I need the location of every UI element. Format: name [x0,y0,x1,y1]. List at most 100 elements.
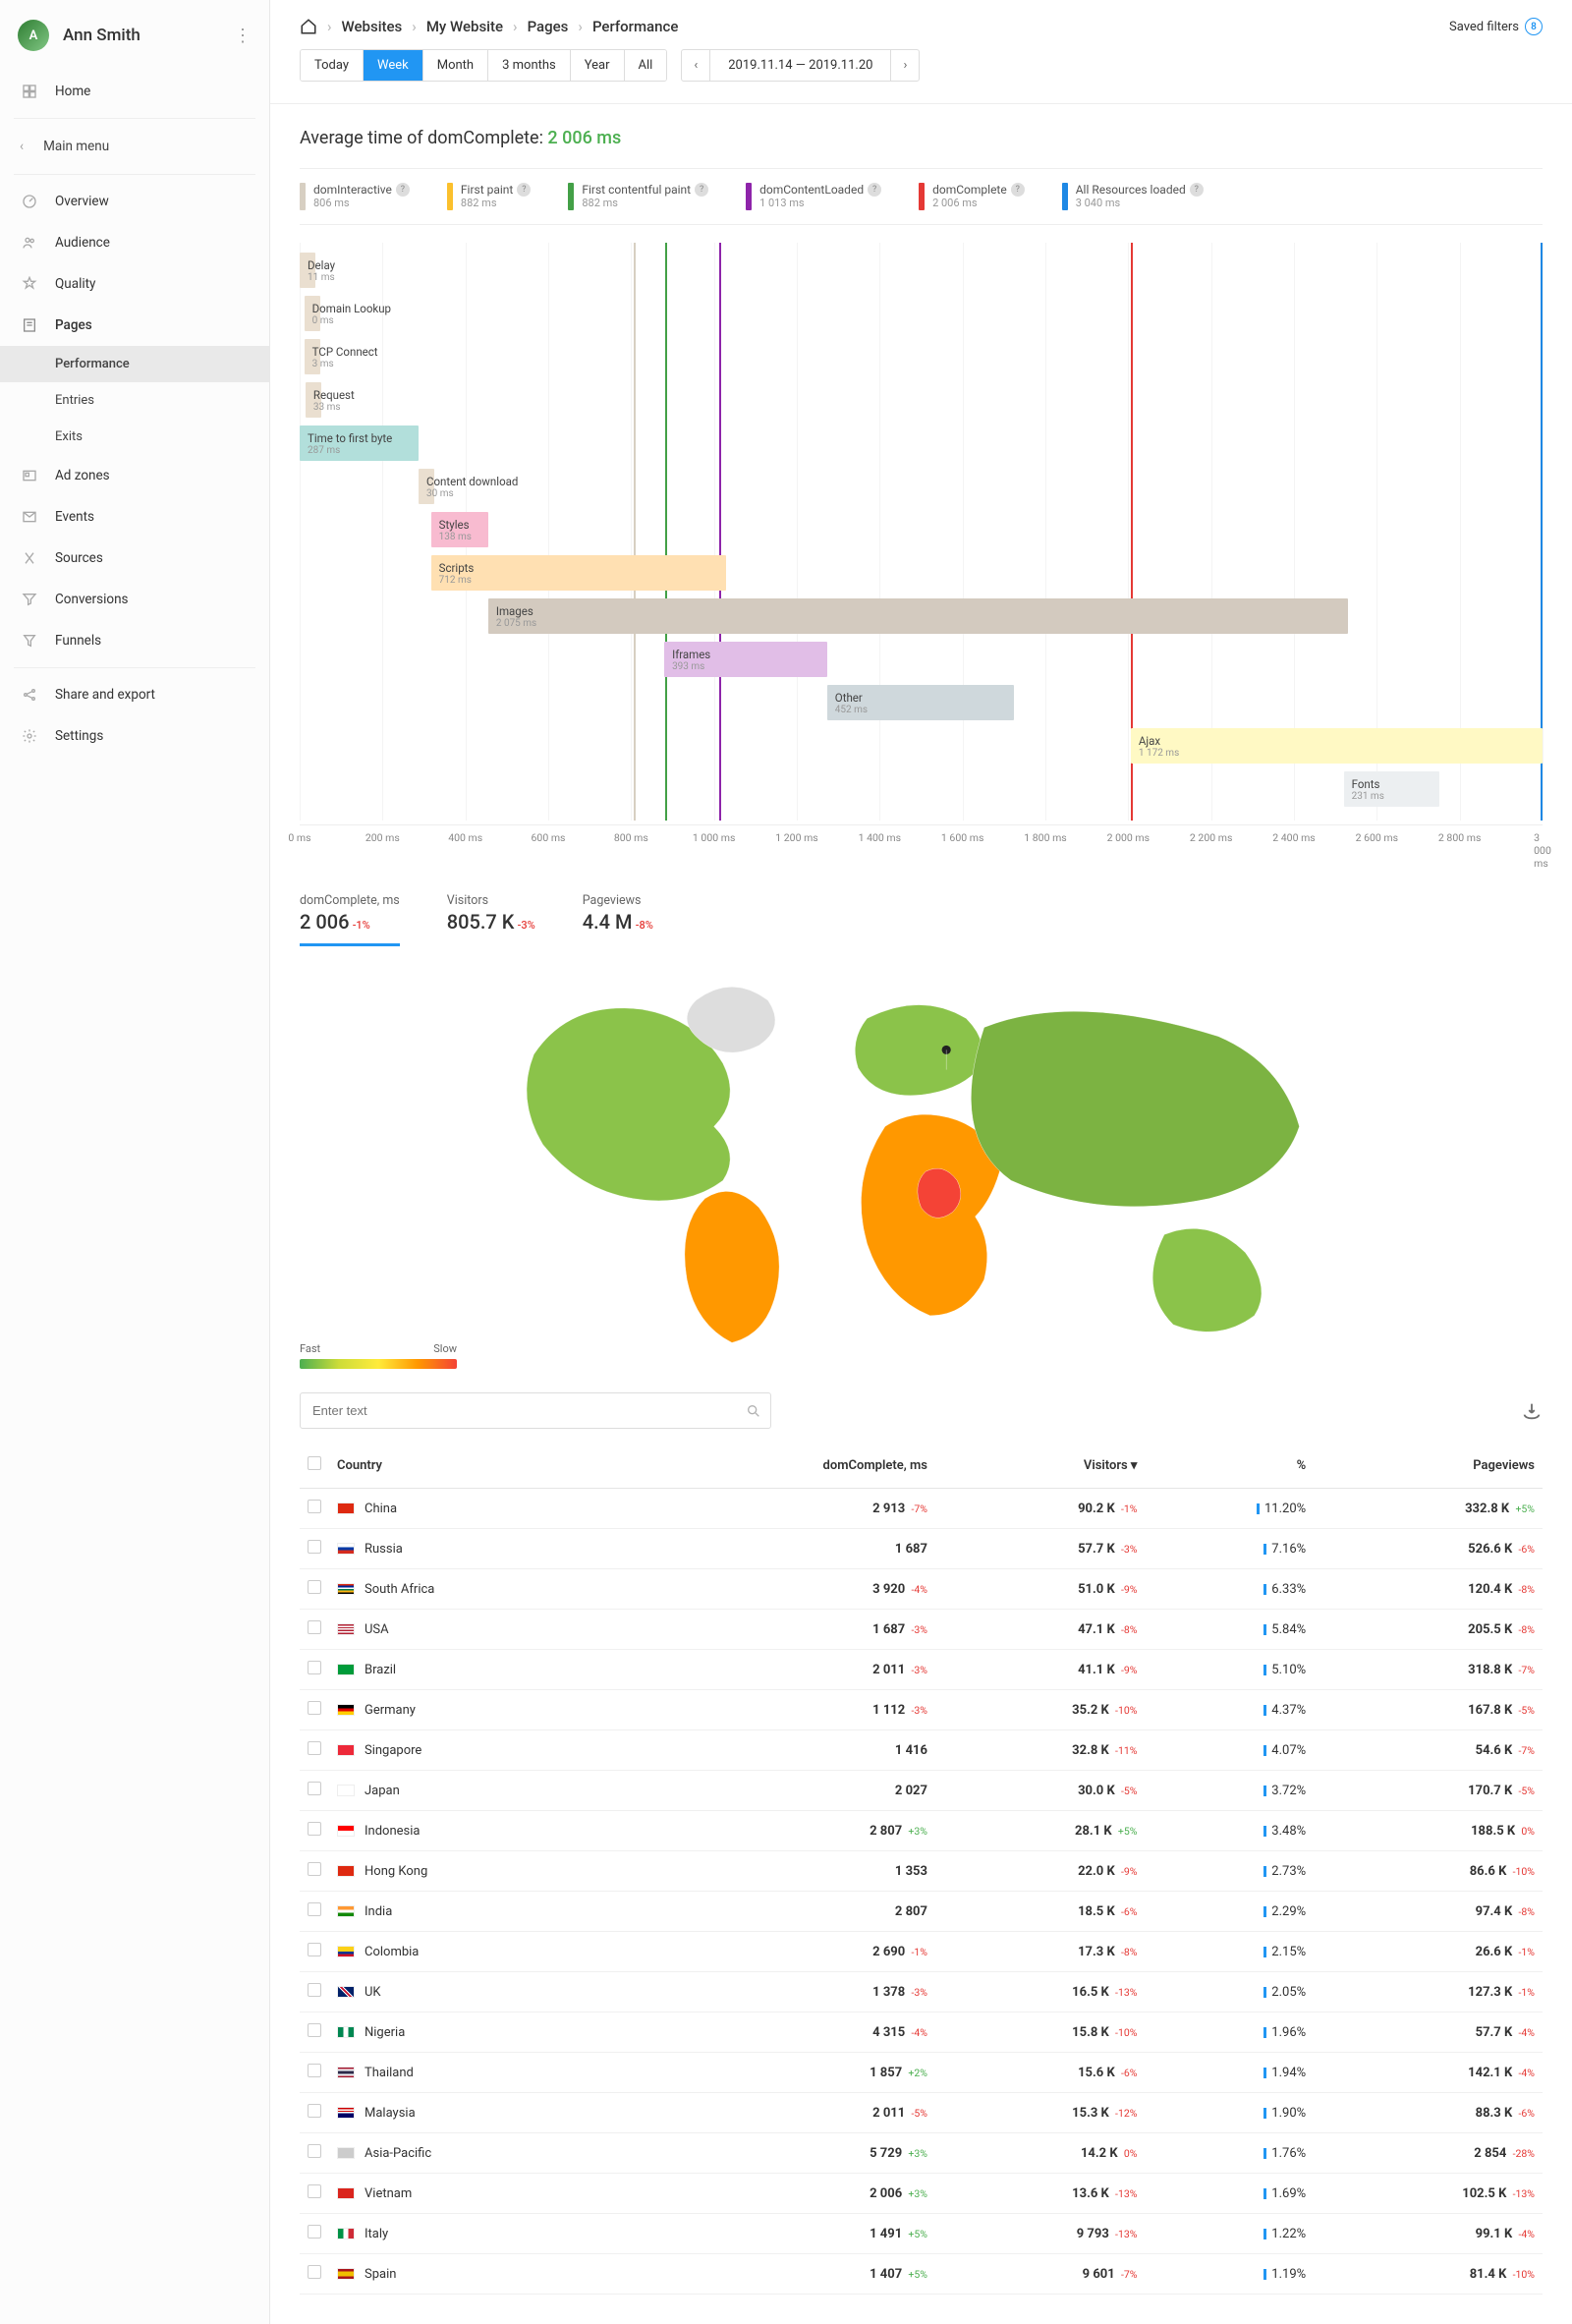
column-header[interactable]: domComplete, ms [623,1443,935,1489]
row-checkbox[interactable] [308,2104,321,2118]
waterfall-row: TCP Connect3 ms [300,335,1543,378]
flag-icon [337,1664,355,1675]
flag-icon [337,1946,355,1957]
row-checkbox[interactable] [308,2225,321,2239]
nav-audience[interactable]: Audience [0,222,269,263]
date-range-value[interactable]: 2019.11.14 — 2019.11.20 [710,50,890,81]
breadcrumb-2[interactable]: My Website [426,18,503,35]
flag-icon [337,1865,355,1877]
nav-conversions[interactable]: Conversions [0,579,269,620]
map-speed-legend: FastSlow [300,1342,457,1369]
row-checkbox[interactable] [308,1822,321,1836]
pages-icon [20,315,39,335]
stat-tab[interactable]: domComplete, ms 2 006 -1% [300,893,400,946]
help-icon[interactable]: ? [396,183,410,197]
user-avatar[interactable]: A [18,20,49,51]
row-checkbox[interactable] [308,1983,321,1997]
period-today[interactable]: Today [301,50,364,81]
saved-filters-button[interactable]: Saved filters 8 [1449,18,1543,35]
row-checkbox[interactable] [308,1902,321,1916]
row-checkbox[interactable] [308,1620,321,1634]
nav-quality[interactable]: Quality [0,263,269,305]
help-icon[interactable]: ? [1011,183,1025,197]
breadcrumb-3[interactable]: Pages [528,18,569,35]
column-header[interactable]: Country [329,1443,623,1489]
help-icon[interactable]: ? [868,183,881,197]
nav-adzones[interactable]: Ad zones [0,455,269,496]
column-header[interactable]: Pageviews [1314,1443,1543,1489]
breadcrumb-4[interactable]: Performance [592,18,678,35]
nav-events[interactable]: Events [0,496,269,538]
breadcrumb-1[interactable]: Websites [342,18,403,35]
period-week[interactable]: Week [364,50,423,81]
download-icon[interactable] [1521,1400,1543,1422]
row-checkbox[interactable] [308,2144,321,2158]
column-header[interactable]: Visitors ▾ [935,1443,1145,1489]
period-month[interactable]: Month [423,50,488,81]
nav-share[interactable]: Share and export [0,674,269,715]
date-prev-button[interactable]: ‹ [682,50,710,81]
table-row: South Africa 3 920 -4% 51.0 K -9% 6.33% … [300,1569,1543,1610]
row-checkbox[interactable] [308,2064,321,2077]
help-icon[interactable]: ? [1190,183,1204,197]
date-next-button[interactable]: › [890,50,919,81]
user-menu-icon[interactable]: ⋮ [234,26,252,46]
nav-pages-exits[interactable]: Exits [0,419,269,455]
chevron-left-icon: ‹ [20,139,24,154]
row-checkbox[interactable] [308,1741,321,1755]
funnel-icon [20,631,39,651]
waterfall-row: Iframes393 ms [300,638,1543,681]
legend-color-swatch [1062,183,1068,210]
row-checkbox[interactable] [308,2265,321,2279]
gauge-icon [20,192,39,211]
legend-color-swatch [300,183,306,210]
table-row: Indonesia 2 807 +3% 28.1 K +5% 3.48% 188… [300,1811,1543,1851]
row-checkbox[interactable] [308,1540,321,1554]
stat-tab[interactable]: Visitors 805.7 K -3% [447,893,535,946]
legend-item: First paint ? 882 ms [447,183,531,210]
country-search-input[interactable] [300,1392,771,1429]
table-row: Nigeria 4 315 -4% 15.8 K -10% 1.96% 57.7… [300,2012,1543,2053]
waterfall-row: Time to first byte287 ms [300,422,1543,465]
period-3-months[interactable]: 3 months [488,50,571,81]
flag-icon [337,1583,355,1595]
stat-tab[interactable]: Pageviews 4.4 M -8% [583,893,653,946]
table-row: Colombia 2 690 -1% 17.3 K -8% 2.15% 26.6… [300,1932,1543,1972]
users-icon [20,233,39,253]
nav-pages-performance[interactable]: Performance [0,346,269,382]
sources-icon [20,548,39,568]
nav-pages-entries[interactable]: Entries [0,382,269,419]
flag-icon [337,1704,355,1716]
row-checkbox[interactable] [308,1943,321,1956]
row-checkbox[interactable] [308,1701,321,1715]
select-all-checkbox[interactable] [308,1456,321,1470]
waterfall-row: Other452 ms [300,681,1543,724]
row-checkbox[interactable] [308,1580,321,1594]
main-menu-back[interactable]: ‹ Main menu [0,125,269,168]
period-all[interactable]: All [625,50,667,81]
nav-pages[interactable]: Pages [0,305,269,346]
nav-funnels[interactable]: Funnels [0,620,269,661]
period-year[interactable]: Year [571,50,625,81]
home-breadcrumb-icon[interactable] [300,18,317,35]
row-checkbox[interactable] [308,1862,321,1876]
nav-overview[interactable]: Overview [0,181,269,222]
row-checkbox[interactable] [308,1782,321,1795]
help-icon[interactable]: ? [695,183,708,197]
row-checkbox[interactable] [308,2023,321,2037]
nav-sources[interactable]: Sources [0,538,269,579]
flag-icon [337,1785,355,1796]
nav-home[interactable]: Home [0,71,269,112]
timing-legend: domInteractive ? 806 ms First paint ? 88… [300,168,1543,225]
row-checkbox[interactable] [308,2184,321,2198]
main-menu-label: Main menu [43,139,109,154]
star-icon [20,274,39,294]
waterfall-row: Styles138 ms [300,508,1543,551]
nav-settings[interactable]: Settings [0,715,269,757]
world-map[interactable]: FastSlow [270,946,1572,1379]
row-checkbox[interactable] [308,1500,321,1513]
column-header[interactable]: % [1145,1443,1314,1489]
help-icon[interactable]: ? [517,183,531,197]
waterfall-row: Images2 075 ms [300,595,1543,638]
row-checkbox[interactable] [308,1661,321,1674]
